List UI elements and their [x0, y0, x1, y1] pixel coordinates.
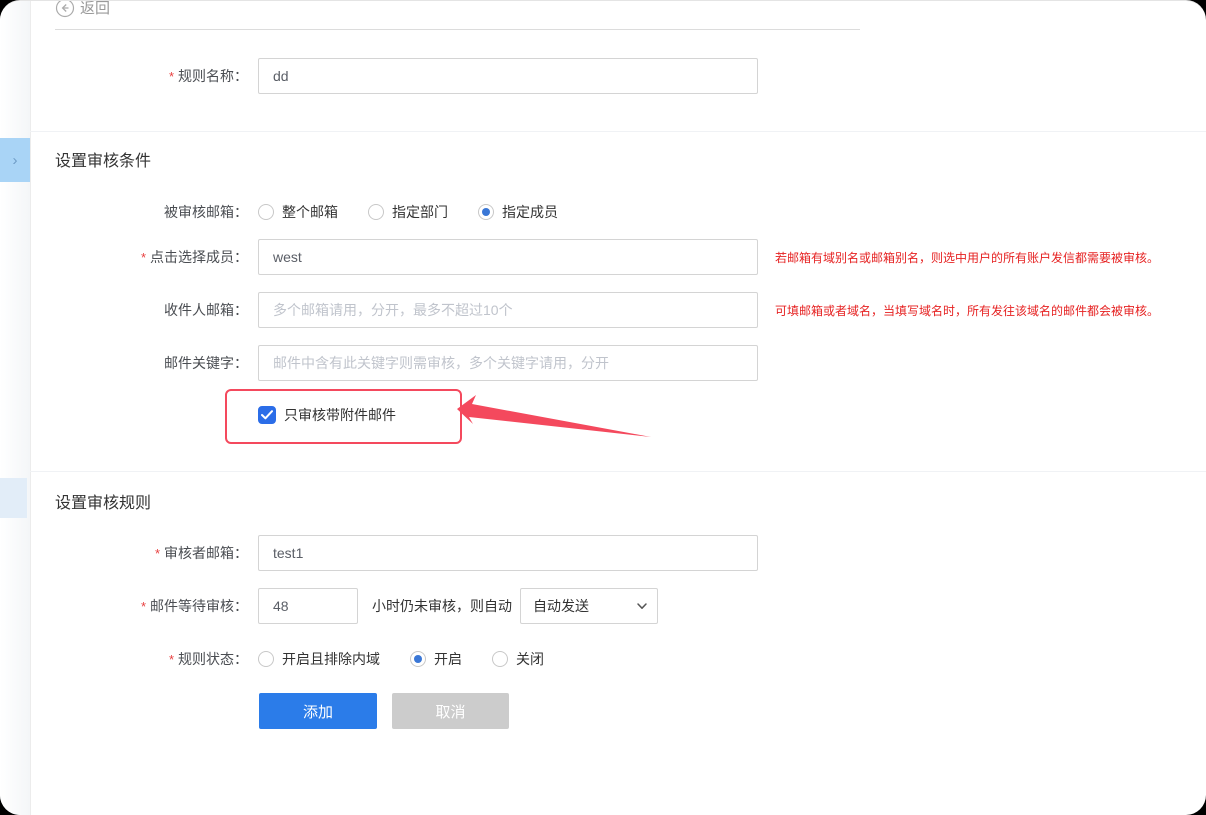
radio-icon [478, 204, 494, 220]
pending-review-suffix: 小时仍未审核，则自动 [372, 596, 512, 616]
radio-icon [492, 651, 508, 667]
select-member-note: 若邮箱有域别名或邮箱别名，则选中用户的所有账户发信都需要被审核。 [775, 249, 1159, 266]
rule-name-row: *规则名称： [0, 58, 758, 94]
mail-keyword-label: 邮件关键字： [0, 353, 248, 373]
required-mark: * [155, 546, 160, 561]
add-button[interactable]: 添加 [259, 693, 377, 729]
recipient-mailbox-note: 可填邮箱或者域名，当填写域名时，所有发往该域名的邮件都会被审核。 [775, 302, 1159, 319]
rule-name-input[interactable] [258, 58, 758, 94]
pending-review-row: *邮件等待审核： 小时仍未审核，则自动 自动发送 [0, 588, 658, 624]
required-mark: * [169, 69, 174, 84]
sidebar-expand-button[interactable]: › [0, 138, 30, 182]
audited-mailbox-row: 被审核邮箱： 整个邮箱 指定部门 指定成员 [0, 202, 588, 222]
pending-hours-input[interactable] [258, 588, 358, 624]
mail-keyword-row: 邮件关键字： [0, 345, 758, 381]
radio-specified-member[interactable]: 指定成员 [478, 202, 558, 222]
check-icon [261, 410, 273, 420]
cancel-button[interactable]: 取消 [392, 693, 509, 729]
rule-name-label: *规则名称： [0, 66, 248, 86]
conditions-section-title: 设置审核条件 [55, 147, 151, 171]
rules-section-title: 设置审核规则 [55, 489, 151, 513]
rule-status-label: *规则状态： [0, 649, 248, 669]
header-divider [55, 29, 860, 30]
recipient-mailbox-input[interactable] [258, 292, 758, 328]
mail-audit-rule-page: › 返回 *规则名称： 设置审核条件 被审核邮箱： 整个邮箱 [0, 0, 1206, 815]
radio-icon [258, 204, 274, 220]
rule-status-row: *规则状态： 开启且排除内域 开启 关闭 [0, 649, 574, 669]
radio-off[interactable]: 关闭 [492, 649, 544, 669]
back-circle-arrow-icon [55, 0, 80, 18]
required-mark: * [141, 599, 146, 614]
mail-keyword-input[interactable] [258, 345, 758, 381]
audited-mailbox-radio-group: 整个邮箱 指定部门 指定成员 [258, 202, 588, 222]
recipient-mailbox-label: 收件人邮箱： [0, 300, 248, 320]
select-member-input[interactable] [258, 239, 758, 275]
radio-icon [258, 651, 274, 667]
chevron-right-icon: › [13, 152, 18, 169]
sidebar-highlight-patch [0, 478, 27, 518]
section-divider [30, 471, 1206, 472]
select-member-row: *点击选择成员： 若邮箱有域别名或邮箱别名，则选中用户的所有账户发信都需要被审核… [0, 239, 1159, 275]
annotation-arrow-icon [455, 391, 655, 443]
required-mark: * [141, 250, 146, 265]
radio-whole-mailbox[interactable]: 整个邮箱 [258, 202, 338, 222]
radio-icon [410, 651, 426, 667]
back-link[interactable]: 返回 [55, 0, 110, 18]
radio-on[interactable]: 开启 [410, 649, 462, 669]
timeout-action-select[interactable]: 自动发送 [520, 588, 658, 624]
collapsed-sidebar: › [0, 1, 31, 815]
select-member-label: *点击选择成员： [0, 247, 248, 267]
rule-status-radio-group: 开启且排除内域 开启 关闭 [258, 649, 574, 669]
radio-on-exclude-internal[interactable]: 开启且排除内域 [258, 649, 380, 669]
attachment-only-label[interactable]: 只审核带附件邮件 [284, 405, 396, 425]
radio-specified-department[interactable]: 指定部门 [368, 202, 448, 222]
required-mark: * [169, 652, 174, 667]
attachment-only-checkbox[interactable] [258, 406, 276, 424]
audited-mailbox-label: 被审核邮箱： [0, 202, 248, 222]
reviewer-mailbox-label: *审核者邮箱： [0, 543, 248, 563]
radio-icon [368, 204, 384, 220]
back-label: 返回 [80, 0, 110, 18]
reviewer-mailbox-input[interactable] [258, 535, 758, 571]
attachment-only-row: 只审核带附件邮件 [258, 405, 396, 425]
pending-review-label: *邮件等待审核： [0, 596, 248, 616]
reviewer-mailbox-row: *审核者邮箱： [0, 535, 758, 571]
recipient-mailbox-row: 收件人邮箱： 可填邮箱或者域名，当填写域名时，所有发往该域名的邮件都会被审核。 [0, 292, 1159, 328]
section-divider [30, 131, 1206, 132]
